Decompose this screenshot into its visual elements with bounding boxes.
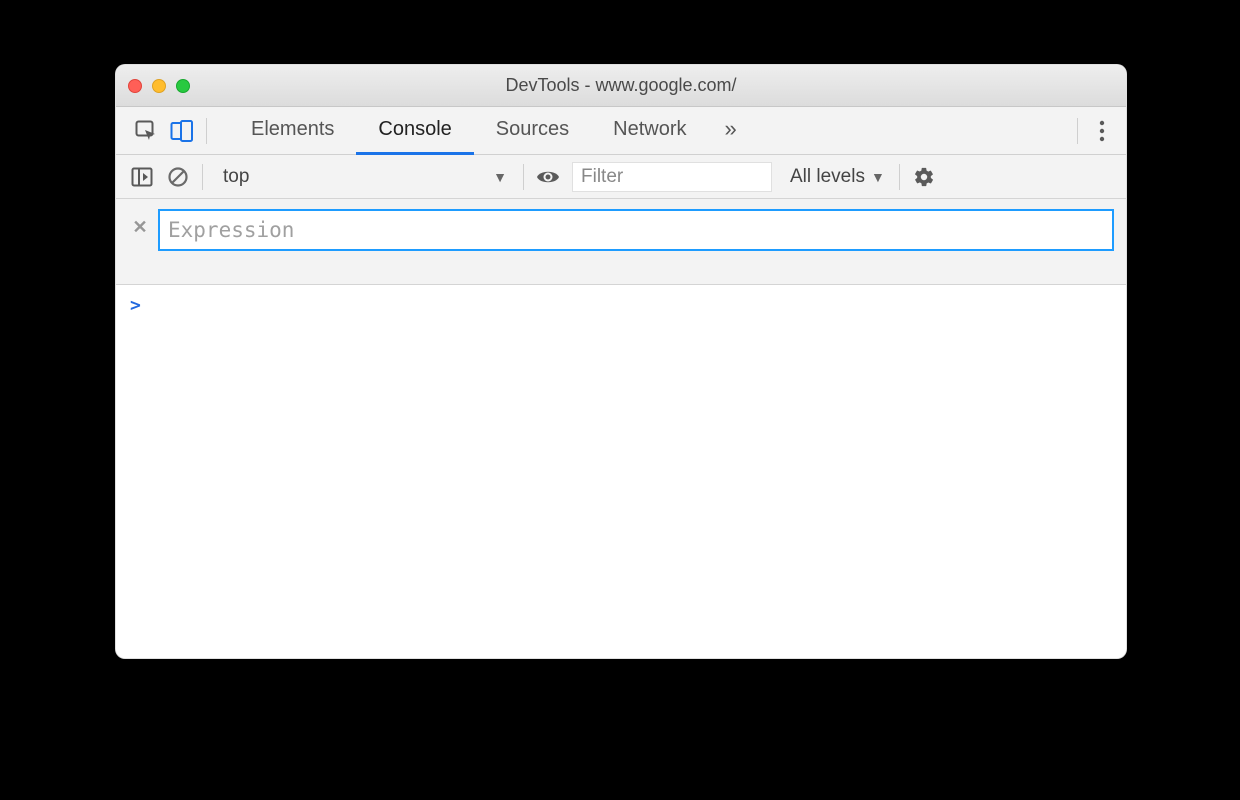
devtools-window: DevTools - www.google.com/ Elements Cons… (115, 64, 1127, 659)
tab-console[interactable]: Console (356, 107, 473, 155)
separator (523, 164, 524, 190)
log-levels-selector[interactable]: All levels ▼ (790, 166, 885, 188)
log-levels-label: All levels (790, 166, 865, 188)
tab-elements[interactable]: Elements (229, 107, 356, 155)
separator (206, 118, 207, 144)
separator (899, 164, 900, 190)
live-expression-input[interactable] (158, 209, 1114, 251)
more-tabs-button[interactable]: » (709, 107, 753, 155)
live-expression-eye-icon[interactable] (530, 159, 566, 195)
chevron-down-icon: ▼ (493, 169, 507, 185)
execution-context-label: top (223, 166, 249, 188)
separator (1077, 118, 1078, 144)
console-prompt-caret: > (130, 295, 141, 316)
live-expression-bar: ✕ (116, 199, 1126, 285)
toggle-sidebar-icon[interactable] (124, 159, 160, 195)
close-window-button[interactable] (128, 79, 142, 93)
separator (202, 164, 203, 190)
zoom-window-button[interactable] (176, 79, 190, 93)
titlebar: DevTools - www.google.com/ (116, 65, 1126, 107)
traffic-lights (128, 79, 190, 93)
window-title: DevTools - www.google.com/ (116, 75, 1126, 96)
console-output[interactable]: > (116, 285, 1126, 658)
inspect-element-icon[interactable] (128, 113, 164, 149)
device-toolbar-icon[interactable] (164, 113, 200, 149)
kebab-menu-icon[interactable] (1084, 113, 1120, 149)
chevron-down-icon: ▼ (871, 169, 885, 185)
tab-network[interactable]: Network (591, 107, 708, 155)
devtools-tabs-bar: Elements Console Sources Network » (116, 107, 1126, 155)
close-expression-icon[interactable]: ✕ (128, 213, 152, 241)
minimize-window-button[interactable] (152, 79, 166, 93)
tab-sources[interactable]: Sources (474, 107, 591, 155)
chevron-double-right-icon: » (725, 116, 737, 142)
console-toolbar: top ▼ All levels ▼ (116, 155, 1126, 199)
execution-context-selector[interactable]: top ▼ (213, 162, 513, 192)
settings-gear-icon[interactable] (906, 159, 942, 195)
filter-input[interactable] (572, 162, 772, 192)
panel-tabs: Elements Console Sources Network » (229, 107, 1071, 155)
clear-console-icon[interactable] (160, 159, 196, 195)
